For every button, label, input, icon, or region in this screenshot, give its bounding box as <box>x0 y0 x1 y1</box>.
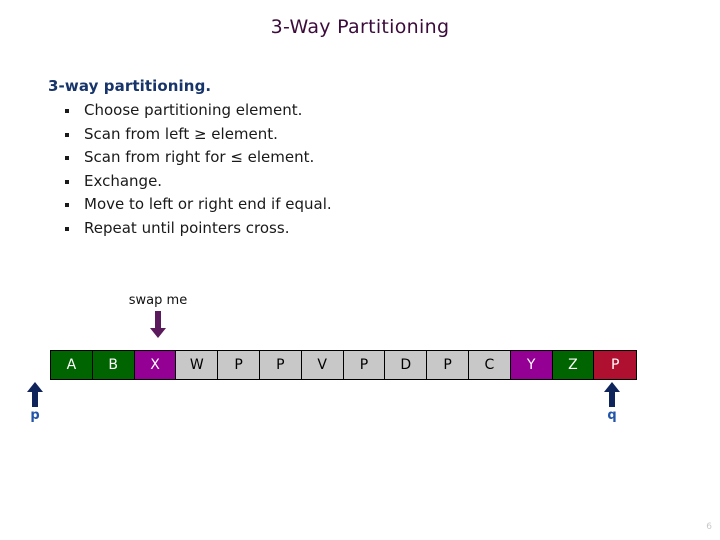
list-item-label: Choose partitioning element. <box>84 101 303 119</box>
pointer-q-label: q <box>607 408 617 423</box>
slide-canvas: 3-Way Partitioning 3-way partitioning. C… <box>0 0 720 540</box>
array-cell[interactable]: P <box>427 351 469 379</box>
pointer-p: p <box>15 382 55 423</box>
array-cell-value: B <box>108 357 118 373</box>
array-cell[interactable]: P <box>343 351 386 379</box>
up-arrow-icon <box>592 382 632 408</box>
array-cell[interactable]: B <box>92 351 135 379</box>
list-item-label: Exchange. <box>84 171 163 190</box>
array-cell-value: C <box>484 357 495 373</box>
list-item-label: Scan from left ≥ element. <box>84 124 278 143</box>
swap-annotation: swap me <box>118 293 198 339</box>
array-cell[interactable]: Z <box>552 351 595 379</box>
array-cell-value: W <box>189 357 204 373</box>
list-item: Scan from right for ≤ element. <box>48 146 648 170</box>
array-cell-value: Y <box>526 357 536 373</box>
array-cell-value: X <box>150 357 160 373</box>
content-body: 3-way partitioning. Choose partitioning … <box>48 76 648 240</box>
lead-line: 3-way partitioning. <box>48 77 212 95</box>
array-cell[interactable]: W <box>176 351 219 379</box>
square-bullet-icon <box>65 226 69 231</box>
array-cell[interactable]: Y <box>510 351 553 379</box>
array-cell-value: D <box>400 357 412 373</box>
list-item-label: Scan from right for ≤ element. <box>84 148 315 166</box>
square-bullet-icon <box>65 179 69 184</box>
up-arrow-icon <box>15 382 55 408</box>
list-item: Repeat until pointers cross. <box>48 217 648 241</box>
array-cell-value: P <box>234 357 243 373</box>
bullet-list: Choose partitioning element. Scan from l… <box>48 99 648 240</box>
swap-annotation-label: swap me <box>128 293 188 308</box>
array-cell-value: P <box>443 357 452 373</box>
square-bullet-icon <box>65 203 69 207</box>
page-number: 6 <box>706 522 712 532</box>
list-item-label: Repeat until pointers cross. <box>84 218 290 237</box>
array-visualization: A B X W P P V P D P C Y Z P <box>50 350 638 380</box>
square-bullet-icon <box>65 132 69 137</box>
pointer-p-label: p <box>30 408 40 423</box>
list-item: Exchange. <box>48 170 648 194</box>
array-cell[interactable]: V <box>301 351 344 379</box>
array-cell[interactable]: D <box>385 351 428 379</box>
square-bullet-icon <box>65 109 69 113</box>
list-item: Move to left or right end if equal. <box>48 193 648 217</box>
array-cell[interactable]: P <box>259 351 302 379</box>
pointer-q: q <box>592 382 632 423</box>
array-cell-value: A <box>66 357 77 373</box>
list-item-label: Move to left or right end if equal. <box>84 195 332 213</box>
array-cell[interactable]: P <box>218 351 260 379</box>
array-cell-value: P <box>611 357 620 373</box>
array-cell[interactable]: P <box>594 351 637 379</box>
down-arrow-icon <box>118 311 198 339</box>
array-cell-value: P <box>359 357 369 373</box>
page-title: 3-Way Partitioning <box>270 16 450 38</box>
array-cell[interactable]: X <box>134 351 177 379</box>
array-cell[interactable]: A <box>51 351 93 379</box>
square-bullet-icon <box>65 156 69 160</box>
array-cell-value: P <box>276 357 285 373</box>
array-cell-value: V <box>317 357 327 373</box>
list-item: Choose partitioning element. <box>48 99 648 123</box>
array-cell-value: Z <box>568 357 578 373</box>
list-item: Scan from left ≥ element. <box>48 123 648 147</box>
array-cell[interactable]: C <box>468 351 511 379</box>
